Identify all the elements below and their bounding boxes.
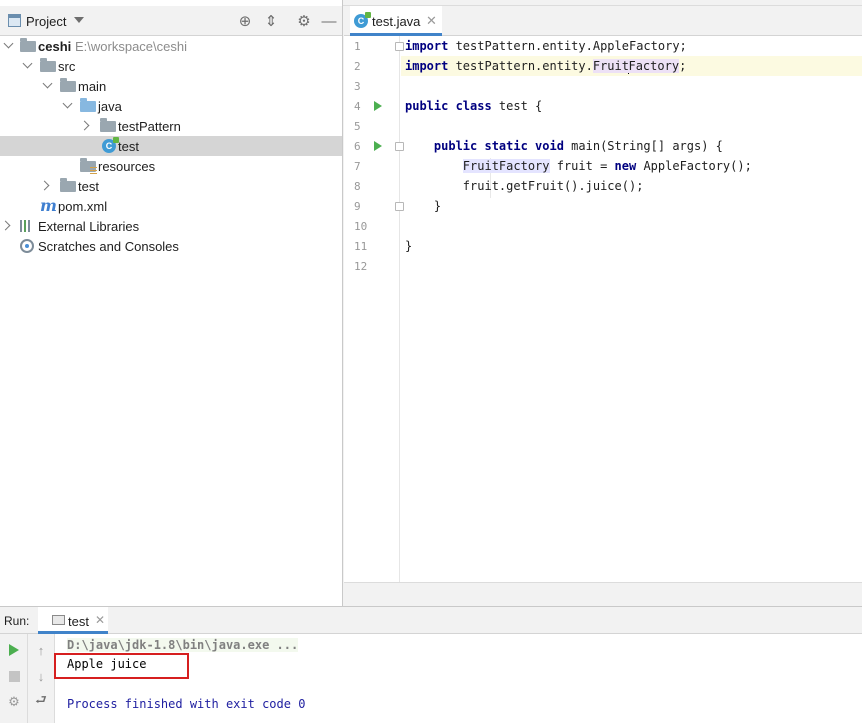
module-folder-icon — [20, 38, 36, 52]
tree-item-label: main — [78, 79, 107, 94]
folder-icon — [60, 178, 76, 192]
line-number: 8 — [354, 180, 361, 193]
close-icon[interactable]: ✕ — [95, 613, 105, 627]
expand-arrow-icon[interactable] — [23, 60, 33, 70]
console-command-line: D:\java\jdk-1.8\bin\java.exe ... — [67, 638, 299, 652]
code-line-8: fruit.getFruit().juice(); — [462, 179, 644, 193]
collapse-arrow-icon[interactable] — [2, 220, 12, 230]
editor-horizontal-scrollbar[interactable] — [344, 582, 862, 606]
settings-icon[interactable]: ⚙ — [6, 694, 22, 710]
run-panel-header: Run: test ✕ — [0, 607, 862, 634]
tree-item-ceshi[interactable]: ceshi E:\workspace\ceshi — [0, 36, 342, 56]
line-number: 9 — [354, 200, 361, 213]
line-number: 6 — [354, 140, 361, 153]
code-line-7: FruitFactory fruit = new AppleFactory(); — [462, 159, 752, 173]
collapse-arrow-icon[interactable] — [81, 120, 91, 130]
collapse-all-icon[interactable]: ⇕ — [262, 12, 280, 30]
project-view-icon — [8, 14, 21, 27]
java-class-icon: C — [102, 137, 119, 153]
arrow-up-icon[interactable]: ↑ — [33, 642, 49, 658]
console-exit-line: Process finished with exit code 0 — [67, 697, 306, 711]
project-panel-header: Project ⊕ ⇕ ⚙ — — [0, 6, 342, 36]
tree-item-label: test — [78, 179, 99, 194]
run-main-icon[interactable] — [374, 141, 382, 151]
project-panel: Project ⊕ ⇕ ⚙ — ceshi E:\workspace\ceshi… — [0, 0, 343, 606]
maven-icon: m — [40, 196, 57, 215]
expand-arrow-icon[interactable] — [43, 80, 53, 90]
line-number: 7 — [354, 160, 361, 173]
hide-icon[interactable]: — — [320, 12, 338, 30]
run-class-icon[interactable] — [374, 101, 382, 111]
tree-item-test-class[interactable]: C test — [0, 136, 342, 156]
close-icon[interactable]: ✕ — [426, 13, 437, 29]
run-toolbar: ⚙ — [0, 634, 28, 723]
tree-item-label: test — [118, 139, 139, 154]
editor-tab-bar: C test.java ✕ — [344, 6, 862, 36]
tree-item-java[interactable]: java — [0, 96, 342, 116]
tree-item-label: java — [98, 99, 122, 114]
java-class-icon: C — [354, 12, 371, 28]
soft-wrap-icon[interactable]: ⮐ — [33, 692, 49, 710]
rerun-icon[interactable] — [6, 642, 22, 658]
tree-item-resources[interactable]: resources — [0, 156, 342, 176]
run-config-icon — [52, 615, 65, 625]
line-number: 1 — [354, 40, 361, 53]
line-number: 4 — [354, 100, 361, 113]
tree-item-src[interactable]: src — [0, 56, 342, 76]
line-number: 12 — [354, 260, 368, 273]
tree-item-label: src — [58, 59, 76, 74]
gear-icon[interactable]: ⚙ — [295, 12, 313, 30]
tree-item-label: testPattern — [118, 119, 181, 134]
tree-item-pom[interactable]: m pom.xml — [0, 196, 342, 216]
library-icon — [20, 220, 36, 232]
tree-item-label: pom.xml — [58, 199, 108, 214]
expand-arrow-icon[interactable] — [4, 40, 14, 50]
tab-label: test.java — [372, 14, 421, 29]
run-tab-label: test — [68, 614, 89, 629]
line-number: 2 — [354, 60, 361, 73]
collapse-arrow-icon[interactable] — [41, 180, 51, 190]
run-tab-test[interactable]: test ✕ — [38, 607, 108, 634]
folder-icon — [60, 78, 76, 92]
code-line-6: public static void main(String[] args) { — [433, 139, 723, 153]
console-toolbar: ↑ ↓ ⮐ — [28, 634, 55, 723]
editor-gutter: 1 2 3 4 5 6 7 8 9 10 11 12 — [344, 36, 404, 582]
code-area[interactable]: import testPattern.entity.AppleFactory; … — [401, 36, 862, 582]
line-number: 10 — [354, 220, 368, 233]
highlight-annotation-box — [54, 653, 189, 679]
tree-item-scratches[interactable]: Scratches and Consoles — [0, 236, 342, 256]
code-line-2: import testPattern.entity.FruitFactory; — [401, 56, 862, 76]
tree-item-label: Scratches and Consoles — [38, 239, 179, 254]
tree-item-test-folder[interactable]: test — [0, 176, 342, 196]
code-line-4: public class test { — [405, 99, 543, 113]
line-number: 5 — [354, 120, 361, 133]
folder-icon — [40, 58, 56, 72]
tree-item-path: E:\workspace\ceshi — [75, 39, 187, 54]
tree-item-label: ceshi — [38, 39, 72, 54]
tree-item-label: External Libraries — [38, 219, 140, 234]
line-number: 11 — [354, 240, 368, 253]
chevron-down-icon[interactable] — [74, 17, 84, 23]
tree-item-label: resources — [98, 159, 156, 174]
code-line-9: } — [433, 199, 442, 213]
tree-item-testpattern[interactable]: testPattern — [0, 116, 342, 136]
line-number: 3 — [354, 80, 361, 93]
source-folder-icon — [80, 98, 96, 112]
code-line-11: } — [405, 239, 413, 253]
tree-item-external-libraries[interactable]: External Libraries — [0, 216, 342, 236]
arrow-down-icon[interactable]: ↓ — [33, 668, 49, 684]
code-editor: C test.java ✕ 1 2 3 4 5 6 7 8 9 10 11 12… — [344, 6, 862, 606]
expand-arrow-icon[interactable] — [63, 100, 73, 110]
code-line-1: import testPattern.entity.AppleFactory; — [405, 39, 687, 53]
scratches-icon — [20, 239, 34, 253]
tree-item-main[interactable]: main — [0, 76, 342, 96]
resources-folder-icon — [80, 158, 97, 174]
locate-icon[interactable]: ⊕ — [236, 12, 254, 30]
package-icon — [100, 118, 116, 132]
tab-test-java[interactable]: C test.java ✕ — [350, 6, 442, 36]
stop-icon[interactable] — [6, 668, 22, 684]
run-label: Run: — [4, 614, 30, 628]
project-view-title[interactable]: Project — [26, 14, 66, 29]
